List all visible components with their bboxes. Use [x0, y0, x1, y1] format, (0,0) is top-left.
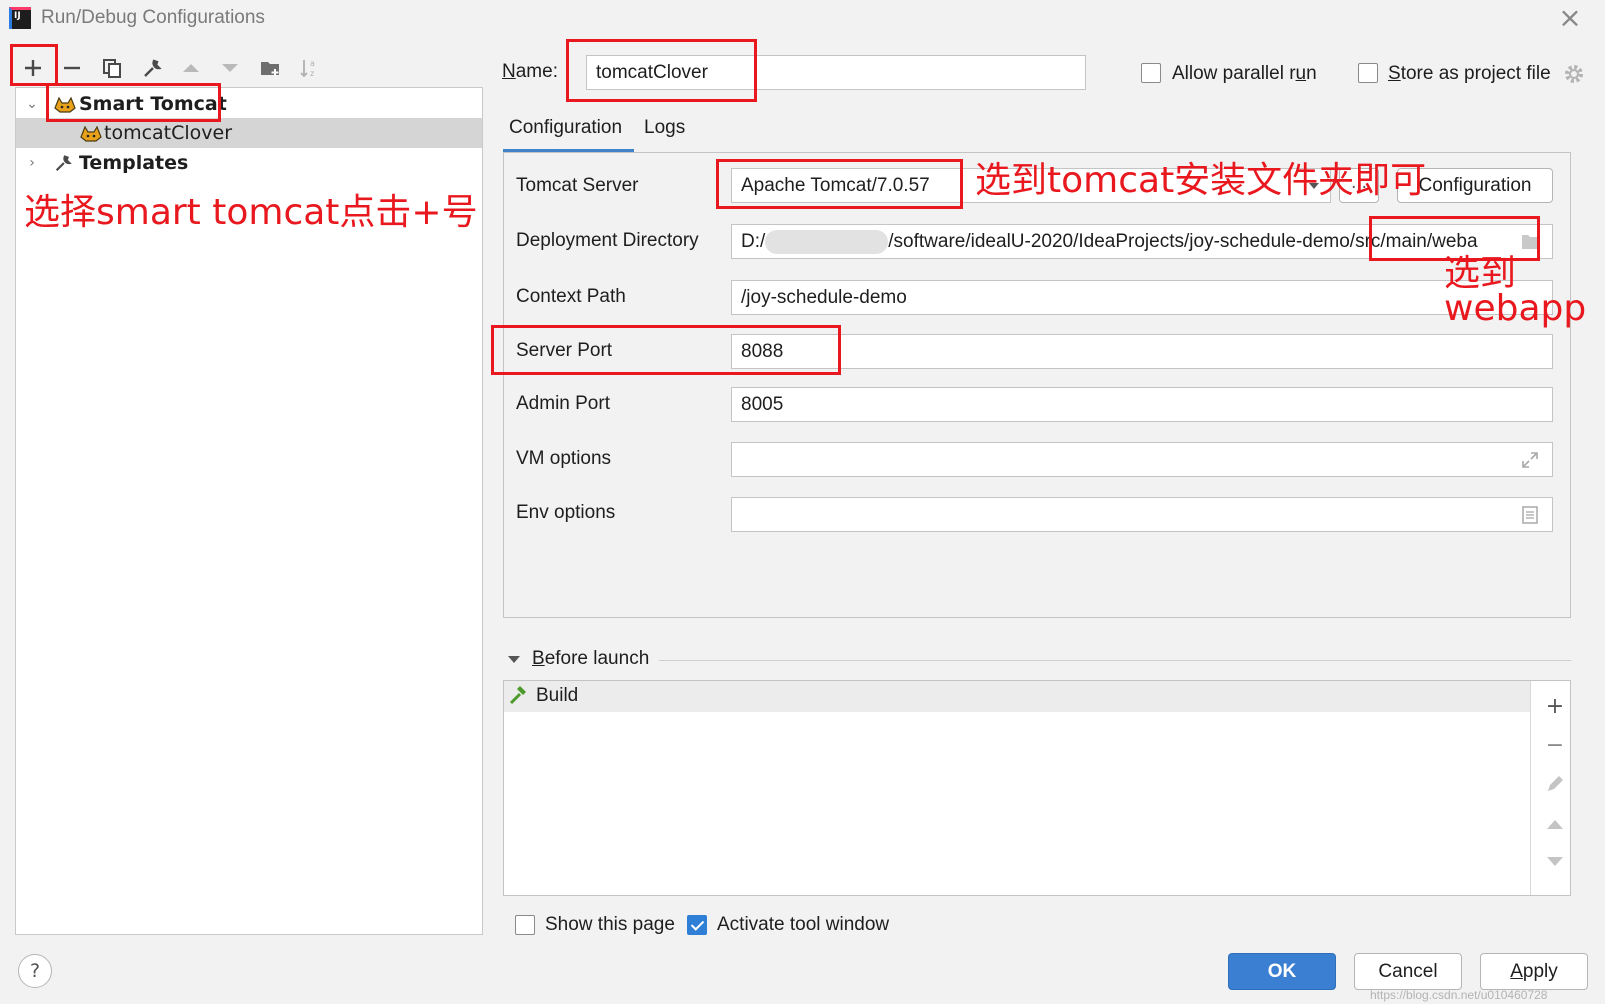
admin-port-label: Admin Port — [516, 393, 610, 414]
sort-alpha-icon: az — [300, 59, 315, 78]
document-icon[interactable] — [1522, 506, 1538, 524]
ok-button[interactable]: OK — [1228, 953, 1336, 990]
allow-parallel-run-label: Allow parallel run — [1172, 63, 1317, 84]
configuration-panel — [503, 152, 1571, 618]
gear-icon[interactable] — [1563, 63, 1585, 85]
tomcat-server-label: Tomcat Server — [516, 175, 639, 196]
allow-parallel-run-checkbox[interactable] — [1141, 63, 1161, 83]
list-item[interactable]: Build — [504, 681, 1530, 712]
wrench-icon — [144, 59, 162, 77]
vm-options-label: VM options — [516, 448, 612, 469]
side-toolbar-divider — [1530, 681, 1531, 895]
tree-label-smart-tomcat: Smart Tomcat — [79, 93, 227, 115]
deployment-directory-prefix: D:/ — [741, 231, 766, 252]
store-as-project-file-label: Store as project file — [1388, 63, 1551, 84]
tree-label-tomcatclover: tomcatClover — [104, 122, 233, 144]
tab-configuration[interactable]: Configuration — [509, 117, 622, 139]
move-up-button[interactable] — [178, 55, 204, 81]
close-icon[interactable]: × — [1557, 4, 1583, 32]
cancel-button[interactable]: Cancel — [1354, 953, 1462, 990]
plus-icon — [25, 60, 41, 76]
blurred-region — [765, 229, 889, 254]
triangle-up-icon[interactable] — [1546, 818, 1564, 830]
context-path-label: Context Path — [516, 286, 626, 307]
annotation-select-smart-tomcat: 选择smart tomcat点击+号 — [24, 192, 478, 233]
env-options-label: Env options — [516, 502, 616, 523]
remove-task-button[interactable]: − — [1543, 734, 1567, 758]
triangle-down-icon — [222, 64, 238, 72]
help-button[interactable]: ? — [18, 954, 52, 988]
name-input[interactable]: tomcatClover — [586, 55, 1086, 90]
pencil-icon[interactable] — [1545, 774, 1565, 794]
deployment-directory-value: /software/idealU-2020/IdeaProjects/joy-s… — [888, 231, 1478, 252]
build-label: Build — [536, 685, 579, 706]
tab-logs[interactable]: Logs — [644, 117, 685, 139]
triangle-down-icon[interactable] — [1546, 856, 1564, 868]
wrench-icon — [55, 155, 72, 172]
store-as-project-file-checkbox[interactable] — [1358, 63, 1378, 83]
chevron-down-icon[interactable]: ⌄ — [24, 89, 40, 119]
copy-configuration-button[interactable] — [99, 55, 125, 81]
before-launch-list[interactable]: Build — [503, 680, 1571, 896]
context-path-input[interactable]: /joy-schedule-demo — [731, 280, 1553, 315]
server-port-label: Server Port — [516, 340, 613, 361]
server-port-input[interactable]: 8088 — [731, 334, 1553, 369]
add-task-button[interactable]: + — [1543, 695, 1567, 719]
show-this-page-label: Show this page — [545, 914, 675, 935]
tomcat-server-value: Apache Tomcat/7.0.57 — [741, 175, 930, 196]
title-bar: IJ Run/Debug Configurations × — [0, 0, 1605, 38]
name-label: Name: — [502, 61, 558, 82]
activate-tool-window-checkbox[interactable] — [687, 915, 707, 935]
intellij-logo-icon: IJ — [9, 7, 31, 29]
folder-add-icon — [261, 62, 279, 76]
annotation-select-webapp-2: webapp — [1444, 288, 1587, 329]
apply-button[interactable]: Apply — [1480, 953, 1588, 990]
before-launch-title[interactable]: Before launch — [532, 648, 649, 670]
hammer-icon — [509, 686, 526, 705]
folder-icon[interactable] — [1521, 233, 1541, 250]
expand-icon[interactable] — [1521, 451, 1539, 469]
deployment-directory-input[interactable]: D:/ /software/idealU-2020/IdeaProjects/jo… — [731, 224, 1553, 259]
annotation-select-tomcat-folder: 选到tomcat安装文件夹即可 — [975, 160, 1427, 201]
vm-options-input[interactable] — [731, 442, 1553, 477]
watermark: https://blog.csdn.net/u010460728 — [1370, 988, 1548, 1002]
tree-item-tomcatclover[interactable]: tomcatClover — [16, 118, 482, 148]
edit-defaults-button[interactable] — [139, 55, 165, 81]
chevron-right-icon[interactable]: › — [24, 148, 40, 178]
window-title: Run/Debug Configurations — [41, 7, 265, 28]
svg-text:z: z — [310, 69, 314, 78]
minus-icon — [64, 66, 80, 70]
move-down-button[interactable] — [217, 55, 243, 81]
new-folder-button[interactable] — [257, 55, 283, 81]
tree-item-smart-tomcat[interactable]: ⌄ Smart Tomcat — [16, 89, 482, 119]
sort-button[interactable]: az — [296, 55, 322, 81]
show-this-page-checkbox[interactable] — [515, 915, 535, 935]
triangle-up-icon — [183, 64, 199, 72]
tomcat-icon — [54, 96, 76, 113]
env-options-input[interactable] — [731, 497, 1553, 532]
activate-tool-window-label: Activate tool window — [717, 914, 890, 935]
copy-icon — [103, 59, 121, 78]
tree-label-templates: Templates — [79, 152, 189, 174]
before-launch-divider — [659, 660, 1571, 661]
remove-configuration-button[interactable] — [59, 55, 85, 81]
triangle-down-icon[interactable] — [507, 655, 521, 665]
add-configuration-button[interactable] — [20, 55, 46, 81]
admin-port-input[interactable]: 8005 — [731, 387, 1553, 422]
deployment-directory-label: Deployment Directory — [516, 230, 699, 251]
tree-item-templates[interactable]: › Templates — [16, 148, 482, 178]
tomcat-icon — [80, 125, 102, 142]
svg-text:a: a — [310, 59, 315, 68]
